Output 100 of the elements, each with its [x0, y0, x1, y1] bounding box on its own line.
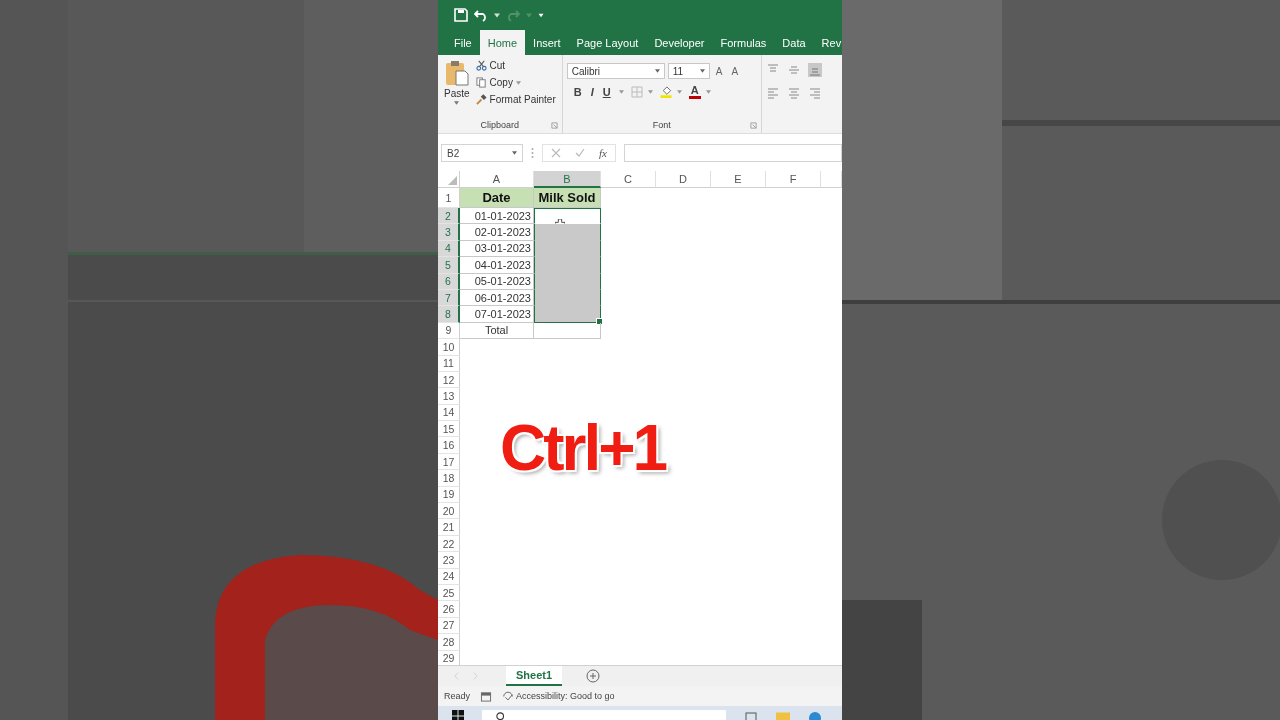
windows-start-icon[interactable] — [452, 710, 464, 720]
header-cell[interactable]: Milk Sold — [534, 188, 601, 208]
header-cell[interactable]: Date — [460, 188, 534, 208]
caret-icon — [654, 69, 660, 73]
save-icon[interactable] — [454, 8, 468, 22]
status-text: Ready — [444, 691, 470, 701]
cancel-icon[interactable] — [551, 148, 561, 158]
row-header[interactable]: 5 — [438, 257, 460, 274]
row-header[interactable]: 25 — [438, 585, 460, 602]
row-header[interactable]: 22 — [438, 535, 460, 553]
format-painter-button[interactable]: Format Painter — [473, 92, 558, 107]
fill-handle[interactable] — [596, 317, 603, 325]
macro-record-icon[interactable] — [480, 690, 492, 702]
font-name-field[interactable]: Calibri — [566, 63, 665, 79]
ribbon-tab[interactable]: Insert — [525, 30, 569, 55]
row-header[interactable]: 8 — [438, 306, 460, 323]
customize-icon[interactable] — [538, 12, 544, 18]
row-header[interactable]: 16 — [438, 437, 460, 454]
row-header[interactable]: 2 — [438, 208, 460, 225]
accessibility-status[interactable]: Accessibility: Good to go — [516, 691, 615, 701]
cut-button[interactable]: Cut — [473, 58, 558, 73]
empty-cell[interactable] — [534, 208, 601, 225]
formula-input[interactable] — [623, 144, 842, 162]
group-label: Font — [652, 120, 671, 130]
row-header[interactable]: 20 — [438, 503, 460, 520]
add-sheet-icon[interactable] — [586, 669, 601, 683]
align-right-icon[interactable] — [807, 87, 822, 99]
row-header[interactable]: 23 — [438, 552, 460, 569]
column-header[interactable]: F — [766, 171, 821, 188]
column-header[interactable]: B — [534, 171, 601, 188]
row-header[interactable]: 28 — [438, 634, 460, 651]
row-header[interactable]: 26 — [438, 601, 460, 618]
row-header[interactable]: 27 — [438, 617, 460, 635]
borders-icon[interactable] — [630, 86, 643, 98]
row-header[interactable]: 14 — [438, 404, 460, 422]
check-icon[interactable] — [575, 148, 585, 158]
drag-handle-icon[interactable] — [531, 147, 534, 159]
copy-button[interactable]: Copy — [473, 75, 558, 90]
column-header[interactable]: C — [601, 171, 656, 188]
row-header[interactable]: 12 — [438, 371, 460, 389]
row-header[interactable]: 18 — [438, 470, 460, 487]
shrink-font-button[interactable]: A — [728, 65, 742, 77]
ribbon-tab[interactable]: Home — [479, 30, 526, 55]
row-header[interactable]: 21 — [438, 519, 460, 536]
underline-button[interactable]: U — [599, 86, 614, 98]
row-header[interactable]: 24 — [438, 568, 460, 585]
sheet-tab[interactable]: Sheet1 — [506, 666, 563, 686]
ribbon-tab[interactable]: Page Layout — [568, 30, 647, 55]
caret-icon[interactable] — [676, 90, 682, 94]
grow-font-button[interactable]: A — [712, 65, 726, 77]
undo-icon[interactable] — [474, 8, 488, 22]
align-left-icon[interactable] — [765, 87, 780, 99]
column-header[interactable]: E — [711, 171, 766, 188]
font-size-field[interactable]: 11 — [667, 63, 710, 79]
caret-icon[interactable] — [705, 90, 711, 94]
row-header[interactable]: 11 — [438, 355, 460, 372]
brush-icon — [475, 94, 487, 105]
align-middle-icon[interactable] — [786, 63, 801, 75]
caret-icon[interactable] — [618, 90, 624, 94]
caret-icon[interactable] — [494, 12, 500, 18]
ribbon-tab[interactable]: Developer — [646, 30, 713, 55]
row-header[interactable]: 13 — [438, 388, 460, 405]
column-header[interactable]: D — [656, 171, 711, 188]
align-center-icon[interactable] — [786, 87, 801, 99]
caret-icon[interactable] — [647, 90, 653, 94]
row-header[interactable]: 9 — [438, 322, 460, 340]
row-header[interactable]: 17 — [438, 453, 460, 471]
task-view-icon[interactable] — [744, 710, 758, 720]
redo-icon[interactable] — [506, 8, 520, 22]
align-bottom-icon[interactable] — [807, 63, 822, 77]
dialog-launcher-icon[interactable] — [550, 121, 558, 129]
bold-button[interactable]: B — [570, 86, 585, 98]
empty-cell[interactable] — [534, 322, 601, 340]
dialog-launcher-icon[interactable] — [749, 121, 757, 129]
insert-function-button[interactable]: fx — [599, 147, 607, 159]
row-header[interactable]: 10 — [438, 339, 460, 356]
accessibility-icon[interactable] — [502, 690, 514, 702]
table-cell[interactable]: Total — [460, 322, 534, 340]
caret-icon — [699, 69, 705, 73]
ribbon-tab[interactable]: Data — [774, 30, 814, 55]
empty-cell[interactable] — [534, 306, 601, 323]
app-icon[interactable] — [808, 710, 822, 720]
caret-icon — [454, 101, 460, 105]
row-header[interactable]: 3 — [438, 224, 460, 241]
folder-icon[interactable] — [776, 710, 790, 720]
paste-button[interactable]: Paste — [442, 58, 472, 117]
row-header[interactable]: 19 — [438, 486, 460, 504]
ribbon-tab[interactable]: File — [446, 30, 480, 55]
select-all-corner[interactable] — [438, 171, 460, 188]
empty-cell[interactable] — [534, 224, 601, 241]
italic-button[interactable]: I — [587, 86, 597, 98]
name-box[interactable]: B2 — [441, 144, 523, 162]
font-color-button[interactable]: A — [688, 85, 701, 99]
row-header[interactable]: 15 — [438, 421, 460, 438]
ribbon-tab[interactable]: Rev — [813, 30, 842, 55]
triangle-icon — [448, 176, 457, 185]
taskbar-search-field[interactable] — [482, 710, 726, 720]
ribbon-tab[interactable]: Formulas — [712, 30, 775, 55]
fill-color-icon[interactable] — [659, 86, 672, 98]
align-top-icon[interactable] — [765, 63, 780, 75]
